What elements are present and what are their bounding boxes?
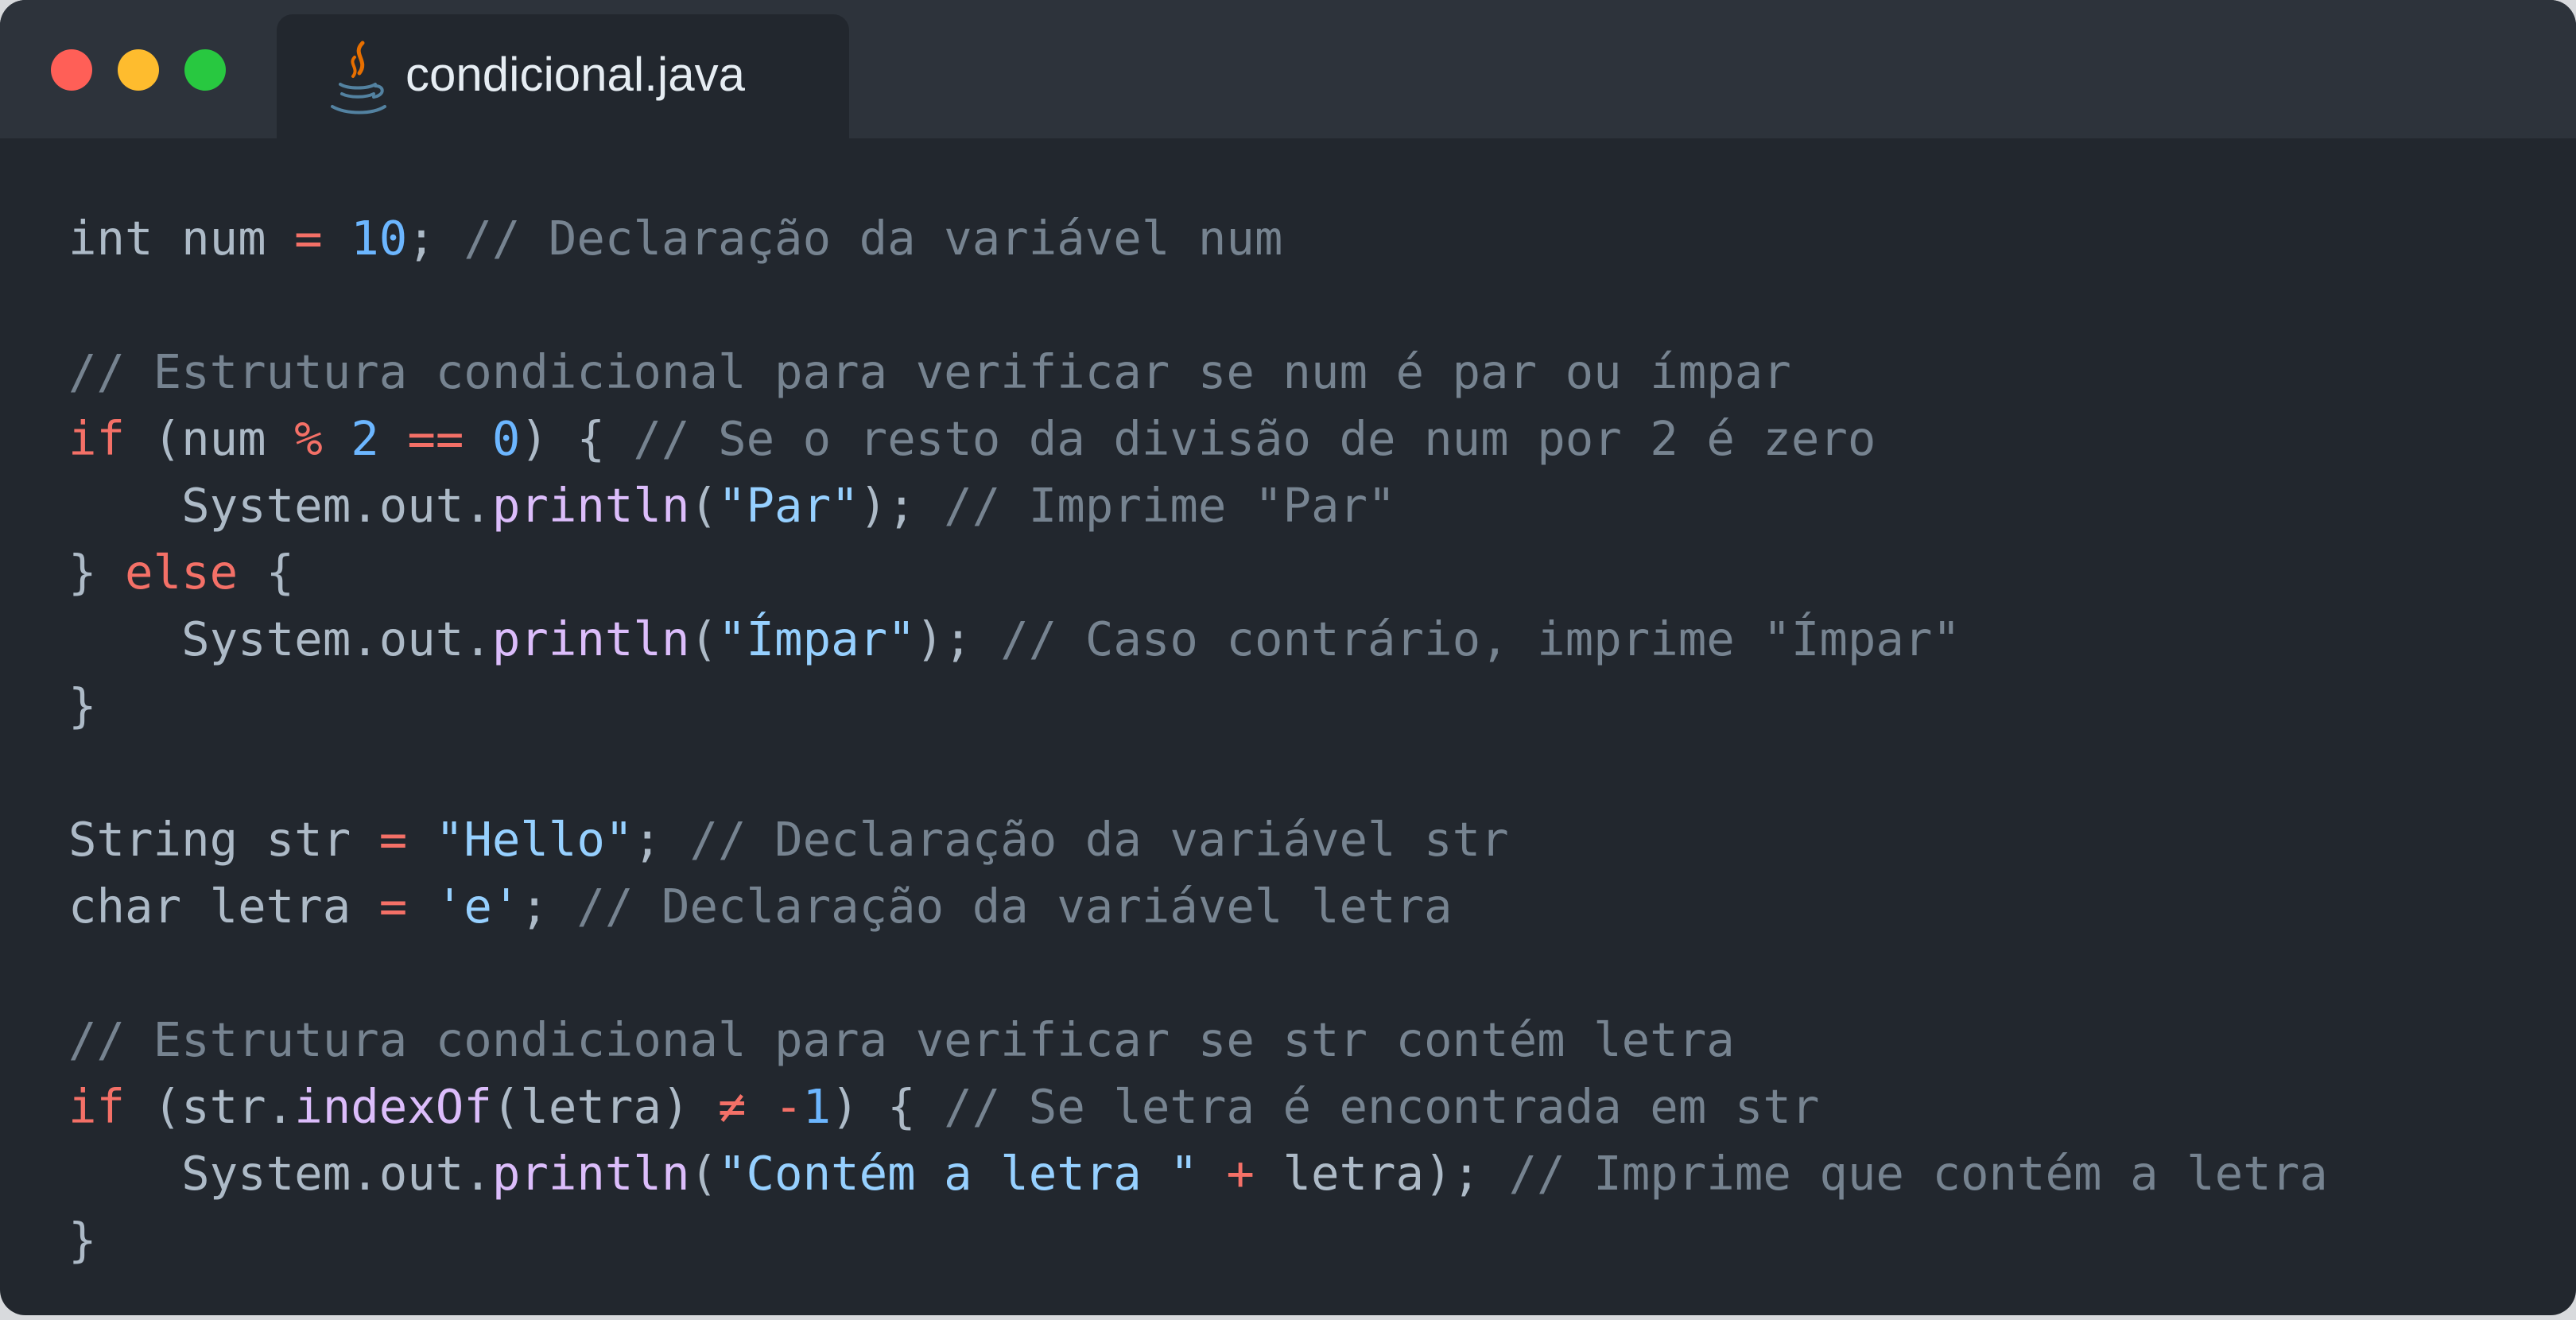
- code-token-plain: ;: [633, 812, 690, 867]
- code-token-comment: // Declaração da variável str: [689, 812, 1509, 867]
- code-token-plain: char letra: [68, 879, 379, 934]
- maximize-button[interactable]: [184, 49, 226, 91]
- code-token-plain: );: [915, 611, 1001, 666]
- code-token-number: 2: [351, 411, 379, 466]
- code-token-string: "Contém a letra ": [718, 1146, 1198, 1201]
- code-token-operator: =: [378, 812, 408, 867]
- code-token-string: "Ímpar": [718, 611, 916, 666]
- code-token-function: println: [491, 1146, 690, 1201]
- code-token-comment: // Estrutura condicional para verificar …: [68, 344, 1791, 399]
- tab-title: condicional.java: [405, 48, 745, 101]
- code-token-operator: +: [1226, 1146, 1255, 1201]
- code-token-operator: -: [774, 1079, 803, 1134]
- code-token-operator: =: [378, 879, 408, 934]
- code-token-number: 1: [802, 1079, 832, 1134]
- code-token-function: println: [491, 611, 690, 666]
- code-editor[interactable]: int num = 10; // Declaração da variável …: [68, 205, 2328, 1274]
- editor-window: condicional.java int num = 10; // Declar…: [0, 0, 2576, 1315]
- code-token-plain: String str: [68, 812, 379, 867]
- code-token-comment: // Declaração da variável letra: [576, 879, 1453, 934]
- code-token-plain: letra);: [1254, 1146, 1509, 1201]
- code-token-comment: // Imprime que contém a letra: [1508, 1146, 2328, 1201]
- code-line: }: [68, 1207, 2328, 1274]
- code-token-plain: }: [68, 545, 126, 600]
- code-token-operator: ≠: [718, 1079, 747, 1134]
- code-line: String str = "Hello"; // Declaração da v…: [68, 806, 2328, 873]
- code-line: char letra = 'e'; // Declaração da variá…: [68, 873, 2328, 940]
- code-token-comment: // Se o resto da divisão de num por 2 é …: [633, 411, 1876, 466]
- code-line: System.out.println("Ímpar"); // Caso con…: [68, 606, 2328, 673]
- code-token-plain: }: [68, 678, 97, 733]
- code-token-plain: (: [689, 478, 719, 533]
- tab-condicional-java[interactable]: condicional.java: [277, 14, 849, 138]
- code-line: System.out.println("Contém a letra " + l…: [68, 1140, 2328, 1207]
- code-token-plain: int num: [68, 211, 295, 266]
- code-line: // Estrutura condicional para verificar …: [68, 1007, 2328, 1073]
- code-token-plain: (letra): [491, 1079, 719, 1134]
- code-token-plain: System.out.: [68, 611, 492, 666]
- code-token-number: 10: [351, 211, 408, 266]
- code-token-comment: // Se letra é encontrada em str: [944, 1079, 1820, 1134]
- code-token-plain: System.out.: [68, 1146, 492, 1201]
- code-token-operator: ==: [407, 411, 464, 466]
- code-token-keyword: if: [68, 1079, 126, 1134]
- code-token-plain: {: [238, 545, 295, 600]
- code-token-plain: System.out.: [68, 478, 492, 533]
- code-token-comment: // Imprime "Par": [944, 478, 1396, 533]
- code-token-plain: (: [689, 611, 719, 666]
- code-token-string: 'e': [435, 879, 521, 934]
- code-token-comment: // Caso contrário, imprime "Ímpar": [1000, 611, 1961, 666]
- code-token-plain: ) {: [831, 1079, 945, 1134]
- java-icon: [331, 41, 386, 115]
- minimize-button[interactable]: [118, 49, 159, 91]
- code-token-string: "Par": [718, 478, 859, 533]
- code-token-function: indexOf: [294, 1079, 492, 1134]
- code-token-plain: (str.: [125, 1079, 295, 1134]
- code-line: if (num % 2 == 0) { // Se o resto da div…: [68, 406, 2328, 472]
- code-line: int num = 10; // Declaração da variável …: [68, 205, 2328, 272]
- code-token-comment: // Estrutura condicional para verificar …: [68, 1012, 1735, 1067]
- code-token-plain: (: [689, 1146, 719, 1201]
- code-token-plain: );: [859, 478, 945, 533]
- code-token-number: 0: [491, 411, 521, 466]
- code-token-function: println: [491, 478, 690, 533]
- close-button[interactable]: [51, 49, 92, 91]
- code-token-comment: // Declaração da variável num: [464, 211, 1283, 266]
- code-token-plain: }: [68, 1213, 97, 1268]
- code-line: } else {: [68, 539, 2328, 606]
- code-line: // Estrutura condicional para verificar …: [68, 339, 2328, 406]
- code-token-plain: ;: [407, 211, 464, 266]
- code-token-plain: ) {: [520, 411, 634, 466]
- code-line: System.out.println("Par"); // Imprime "P…: [68, 472, 2328, 539]
- code-token-keyword: else: [125, 545, 239, 600]
- code-token-string: "Hello": [435, 812, 634, 867]
- title-bar: condicional.java: [0, 0, 2576, 138]
- code-token-operator: %: [294, 411, 323, 466]
- code-token-plain: ;: [520, 879, 577, 934]
- code-token-plain: (num: [125, 411, 295, 466]
- code-line: if (str.indexOf(letra) ≠ -1) { // Se let…: [68, 1073, 2328, 1140]
- code-line: }: [68, 673, 2328, 740]
- code-token-keyword: if: [68, 411, 126, 466]
- code-token-operator: =: [294, 211, 323, 266]
